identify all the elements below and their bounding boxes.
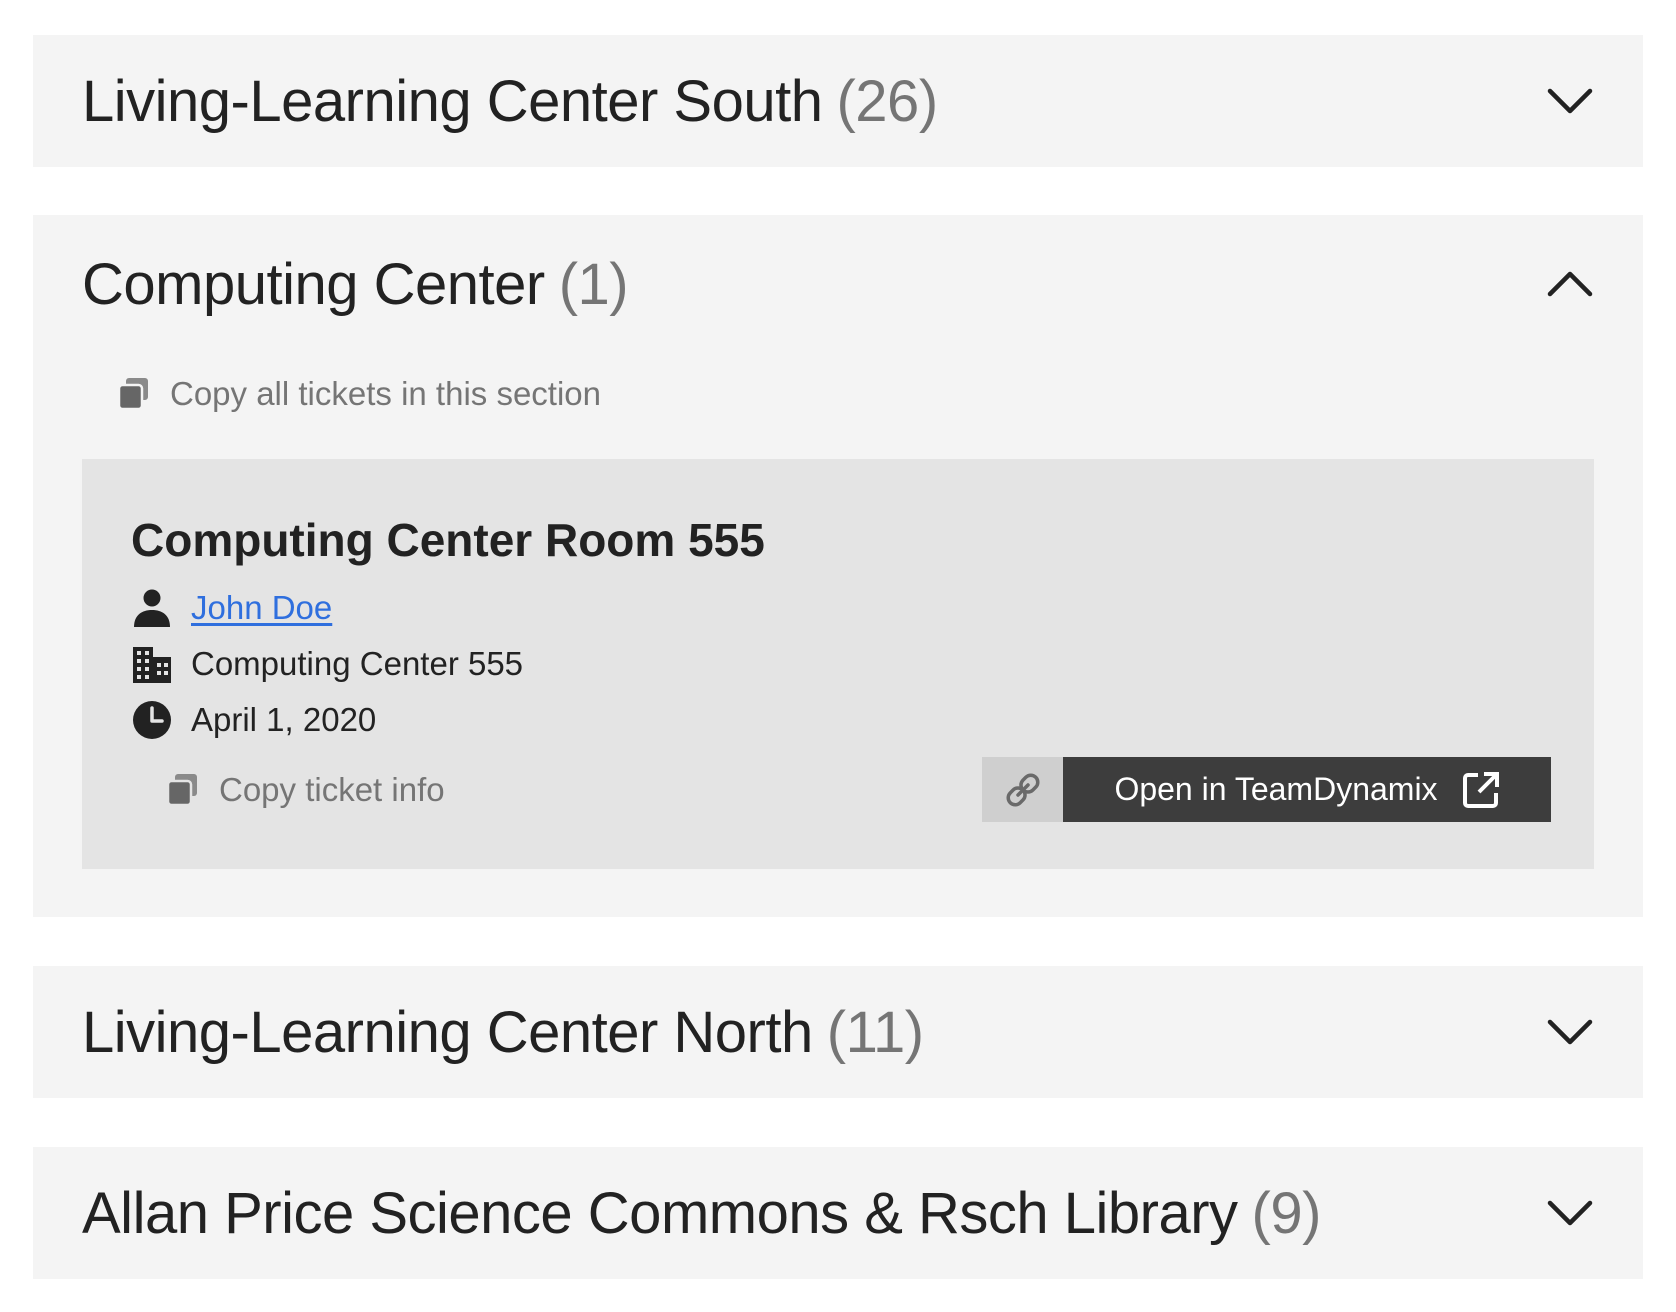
ticket-title: Computing Center Room 555 (131, 514, 765, 566)
section-name: Living-Learning Center South (82, 68, 823, 134)
ticket-requester-row: John Doe (131, 587, 332, 629)
copy-all-tickets-button[interactable]: Copy all tickets in this section (116, 375, 601, 413)
link-icon (1005, 772, 1040, 807)
copy-icon (166, 774, 197, 807)
ticket-card: Computing Center Room 555 John Doe Compu… (82, 459, 1594, 869)
building-icon (133, 647, 171, 683)
copy-ticket-info-button[interactable]: Copy ticket info (165, 771, 445, 809)
section-title: Living-Learning Center South (26) (82, 68, 938, 135)
ticket-date: April 1, 2020 (191, 701, 377, 738)
ticket-location-row: Computing Center 555 (131, 643, 523, 685)
ticket-date-row: April 1, 2020 (131, 699, 376, 741)
section-count: (9) (1251, 1180, 1322, 1246)
copy-all-label: Copy all tickets in this section (170, 375, 602, 412)
section-count: (1) (558, 251, 629, 317)
section-title: Computing Center (1) (82, 251, 629, 318)
section-name: Living-Learning Center North (82, 999, 813, 1065)
clock-icon (133, 701, 171, 739)
copy-link-button[interactable] (982, 757, 1063, 822)
external-link-icon (1462, 771, 1499, 808)
section-name: Allan Price Science Commons & Rsch Libra… (82, 1180, 1238, 1246)
open-in-teamdynamix-button[interactable]: Open in TeamDynamix (1063, 757, 1551, 822)
section-count: (11) (826, 999, 924, 1065)
person-icon (134, 589, 170, 627)
chevron-down-icon[interactable] (1545, 1017, 1595, 1047)
chevron-down-icon[interactable] (1545, 86, 1595, 116)
section-allan-price-science-commons: Allan Price Science Commons & Rsch Libra… (33, 1147, 1643, 1279)
requester-link[interactable]: John Doe (191, 589, 332, 627)
copy-icon (117, 378, 148, 411)
section-living-learning-center-south: Living-Learning Center South (26) (33, 35, 1643, 167)
section-header[interactable]: Computing Center (1) (33, 215, 1643, 353)
section-count: (26) (836, 68, 938, 134)
open-label: Open in TeamDynamix (1114, 771, 1438, 807)
ticket-location: Computing Center 555 (191, 645, 524, 682)
chevron-up-icon[interactable] (1545, 269, 1595, 299)
tickets-page: Living-Learning Center South (26) Computi… (0, 0, 1676, 1312)
section-living-learning-center-north: Living-Learning Center North (11) (33, 966, 1643, 1098)
copy-ticket-label: Copy ticket info (219, 771, 445, 808)
section-title: Living-Learning Center North (11) (82, 999, 924, 1066)
section-header[interactable]: Allan Price Science Commons & Rsch Libra… (33, 1147, 1643, 1279)
chevron-down-icon[interactable] (1545, 1198, 1595, 1228)
section-title: Allan Price Science Commons & Rsch Libra… (82, 1180, 1321, 1247)
section-name: Computing Center (82, 251, 545, 317)
section-header[interactable]: Living-Learning Center South (26) (33, 35, 1643, 167)
section-computing-center: Computing Center (1) Copy all tickets in … (33, 215, 1643, 917)
section-header[interactable]: Living-Learning Center North (11) (33, 966, 1643, 1098)
